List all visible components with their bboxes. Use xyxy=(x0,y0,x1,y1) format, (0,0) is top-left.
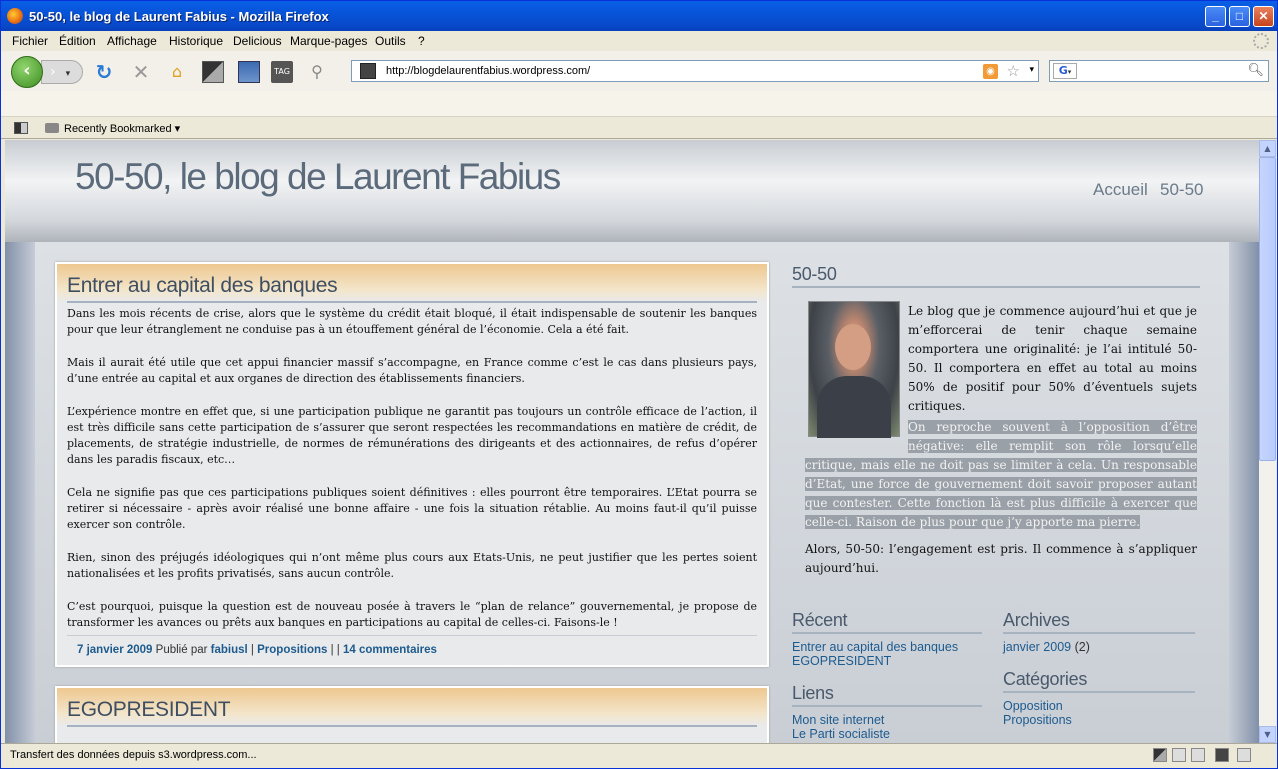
menu-edition[interactable]: Édition xyxy=(59,34,96,48)
author-photo xyxy=(808,301,900,438)
menu-bar: Fichier Édition Affichage Historique Del… xyxy=(1,31,1277,51)
links-widget: Liens Mon site internet Le Parti sociali… xyxy=(792,683,982,741)
archive-count: (2) xyxy=(1074,640,1090,654)
post-meta: 7 janvier 2009 Publié par fabiusl | Prop… xyxy=(67,635,757,666)
post-paragraph: C’est pourquoi, puisque la question est … xyxy=(67,600,757,629)
category-link[interactable]: Propositions xyxy=(257,644,327,656)
recent-bookmarks-icon xyxy=(45,123,59,133)
search-input[interactable]: G▾ 🔍︎ xyxy=(1049,60,1269,82)
throbber-icon xyxy=(1253,33,1269,49)
search-icon[interactable]: 🔍︎ xyxy=(1247,63,1264,78)
category-propositions[interactable]: Propositions xyxy=(1003,713,1195,727)
bookmarks-menu-icon[interactable] xyxy=(14,122,28,134)
title-bar: 50-50, le blog de Laurent Fabius - Mozil… xyxy=(1,1,1277,31)
categories-widget: Catégories Opposition Propositions xyxy=(1003,669,1195,727)
extension-icon[interactable]: ⚲ xyxy=(306,61,328,83)
menu-affichage[interactable]: Affichage xyxy=(107,34,157,48)
firefox-icon xyxy=(7,8,23,24)
site-favicon xyxy=(360,63,376,79)
bookmark-status-icon[interactable] xyxy=(1153,748,1167,762)
delicious-sidebar-icon[interactable] xyxy=(238,61,260,83)
empty-toolbar xyxy=(1,91,1277,117)
link-parti-socialiste[interactable]: Le Parti socialiste xyxy=(792,727,982,741)
recently-bookmarked[interactable]: Recently Bookmarked ▾ xyxy=(64,122,180,135)
post-egopresident: EGOPRESIDENT xyxy=(55,686,769,743)
about-paragraph-3: Alors, 50-50: l’engagement est pris. Il … xyxy=(805,542,1197,575)
stop-icon[interactable]: ✕ xyxy=(130,61,152,83)
recent-heading: Récent xyxy=(792,610,982,634)
star-icon[interactable]: ☆ xyxy=(1007,62,1020,80)
archives-widget: Archives janvier 2009 (2) xyxy=(1003,610,1195,654)
url-text: http://blogdelaurentfabius.wordpress.com… xyxy=(386,65,591,77)
rss-icon[interactable]: ◉ xyxy=(983,64,998,79)
window-title: 50-50, le blog de Laurent Fabius - Mozil… xyxy=(29,9,329,24)
back-button[interactable]: ‹ xyxy=(11,56,43,88)
about-heading: 50-50 xyxy=(792,264,1200,288)
close-button[interactable]: ✕ xyxy=(1253,6,1274,27)
separator: | xyxy=(250,644,254,656)
menu-marque-pages[interactable]: Marque-pages xyxy=(290,34,367,48)
status-bar: Transfert des données depuis s3.wordpres… xyxy=(1,743,1277,768)
blog-header: 50-50, le blog de Laurent Fabius Accueil… xyxy=(5,140,1259,242)
page-viewport: 50-50, le blog de Laurent Fabius Accueil… xyxy=(5,140,1259,743)
status-text: Transfert des données depuis s3.wordpres… xyxy=(10,749,257,761)
tag-status-icon[interactable] xyxy=(1215,748,1229,762)
post-entrer-au-capital: Entrer au capital des banques Dans les m… xyxy=(55,262,769,667)
post-title[interactable]: Entrer au capital des banques xyxy=(67,274,338,298)
recent-link[interactable]: Entrer au capital des banques xyxy=(792,640,982,654)
scroll-down-button[interactable]: ▼ xyxy=(1259,726,1276,743)
forward-button[interactable]: › ▾ xyxy=(41,60,83,84)
url-bar[interactable]: http://blogdelaurentfabius.wordpress.com… xyxy=(351,60,1039,82)
separator: | | xyxy=(330,644,340,656)
bookmarks-toolbar: Recently Bookmarked ▾ xyxy=(1,117,1277,139)
bookmarks-sidebar-icon[interactable] xyxy=(202,61,224,83)
post-body: Dans les mois récents de crise, alors qu… xyxy=(57,296,767,631)
archive-month-link[interactable]: janvier 2009 xyxy=(1003,640,1071,654)
vertical-scrollbar[interactable]: ▲ ▼ xyxy=(1259,140,1276,743)
twitter-icon[interactable] xyxy=(1237,748,1251,762)
blog-title[interactable]: 50-50, le blog de Laurent Fabius xyxy=(75,156,561,198)
link-mon-site[interactable]: Mon site internet xyxy=(792,713,982,727)
search-engine-icon[interactable]: G▾ xyxy=(1053,63,1077,79)
links-heading: Liens xyxy=(792,683,982,707)
menu-historique[interactable]: Historique xyxy=(169,34,223,48)
archives-heading: Archives xyxy=(1003,610,1195,634)
recent-widget: Récent Entrer au capital des banques EGO… xyxy=(792,610,982,668)
home-icon[interactable]: ⌂ xyxy=(166,61,188,83)
nav-50-50[interactable]: 50-50 xyxy=(1160,180,1203,200)
post-paragraph: Mais il aurait été utile que cet appui f… xyxy=(67,356,757,385)
about-text: Le blog que je commence aujourd’hui et q… xyxy=(805,301,1197,578)
comments-link[interactable]: 14 commentaires xyxy=(343,644,437,656)
category-opposition[interactable]: Opposition xyxy=(1003,699,1195,713)
navigation-toolbar: › ▾ ‹ ↻ ✕ ⌂ TAG ⚲ http://blogdelaurentfab… xyxy=(1,51,1277,91)
categories-heading: Catégories xyxy=(1003,669,1195,693)
about-widget: 50-50 xyxy=(792,264,1200,288)
nav-accueil[interactable]: Accueil xyxy=(1093,180,1148,200)
post-paragraph: Dans les mois récents de crise, alors qu… xyxy=(67,307,757,336)
grid-status-icon[interactable] xyxy=(1172,748,1186,762)
menu-help[interactable]: ? xyxy=(418,34,425,48)
post-title[interactable]: EGOPRESIDENT xyxy=(67,698,231,722)
recent-link[interactable]: EGOPRESIDENT xyxy=(792,654,982,668)
author-link[interactable]: fabiusl xyxy=(211,644,248,656)
post-paragraph: Rien, sinon des préjugés idéologiques qu… xyxy=(67,551,757,580)
menu-outils[interactable]: Outils xyxy=(375,34,406,48)
url-dropdown-icon[interactable]: ▾ xyxy=(1029,64,1034,75)
scroll-thumb[interactable] xyxy=(1259,157,1276,461)
published-by: Publié par xyxy=(155,644,208,656)
mail-icon[interactable] xyxy=(1191,748,1205,762)
post-paragraph: L’expérience montre en effet que, si une… xyxy=(67,405,757,466)
menu-delicious[interactable]: Delicious xyxy=(233,34,282,48)
menu-fichier[interactable]: Fichier xyxy=(12,34,48,48)
post-date-link[interactable]: 7 janvier 2009 xyxy=(77,644,152,656)
maximize-button[interactable]: □ xyxy=(1229,6,1250,27)
scroll-up-button[interactable]: ▲ xyxy=(1259,140,1276,157)
post-paragraph: Cela ne signifie pas que ces participati… xyxy=(67,486,757,531)
reload-icon[interactable]: ↻ xyxy=(93,61,115,83)
tag-icon[interactable]: TAG xyxy=(271,61,293,83)
minimize-button[interactable]: _ xyxy=(1205,6,1226,27)
browser-window: 50-50, le blog de Laurent Fabius - Mozil… xyxy=(0,0,1278,769)
